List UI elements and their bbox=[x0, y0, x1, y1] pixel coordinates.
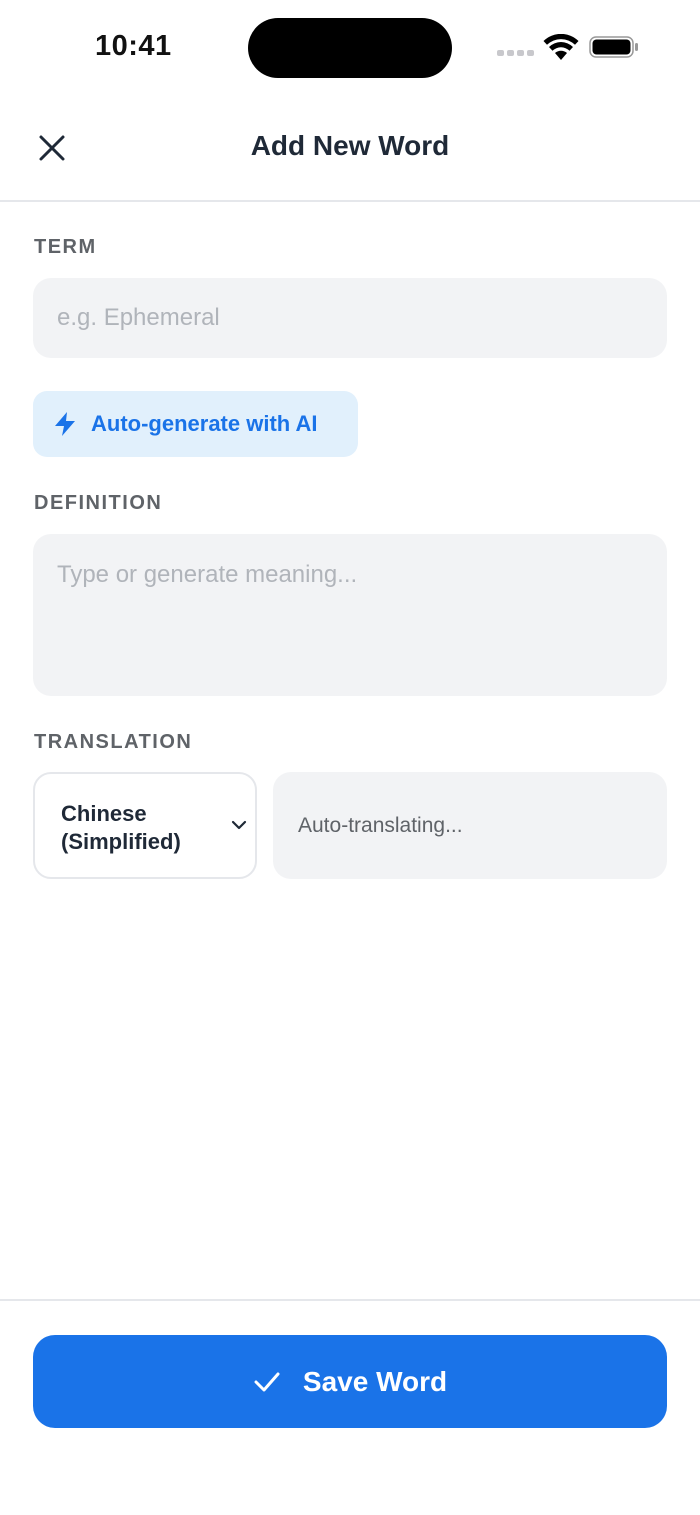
dynamic-island bbox=[248, 18, 452, 78]
wifi-icon bbox=[543, 34, 579, 60]
check-icon bbox=[254, 1372, 280, 1391]
battery-icon bbox=[589, 36, 638, 58]
status-time: 10:41 bbox=[95, 30, 172, 62]
chevron-down-icon bbox=[231, 820, 247, 830]
translation-output-field[interactable]: Auto-translating... bbox=[273, 772, 667, 879]
add-word-screen: 10:41 Add New Word TERM Auto-generate bbox=[0, 0, 700, 1515]
term-label: TERM bbox=[34, 236, 97, 258]
auto-generate-ai-button[interactable]: Auto-generate with AI bbox=[33, 391, 358, 457]
term-input[interactable] bbox=[33, 278, 667, 358]
definition-input[interactable] bbox=[33, 534, 667, 696]
selected-language: Chinese (Simplified) bbox=[61, 801, 181, 854]
translation-label: TRANSLATION bbox=[34, 731, 193, 753]
status-bar: 10:41 bbox=[0, 0, 700, 96]
save-word-label: Save Word bbox=[302, 1365, 448, 1397]
auto-generate-ai-label: Auto-generate with AI bbox=[91, 411, 318, 436]
translation-status: Auto-translating... bbox=[298, 813, 463, 837]
cellular-signal-icon bbox=[497, 50, 534, 56]
save-word-button[interactable]: Save Word bbox=[33, 1335, 667, 1428]
lightning-icon bbox=[55, 412, 75, 436]
definition-label: DEFINITION bbox=[34, 492, 163, 514]
language-select[interactable]: Chinese (Simplified) bbox=[33, 772, 257, 879]
footer: Save Word bbox=[0, 1299, 700, 1515]
page-title: Add New Word bbox=[250, 130, 450, 161]
header: Add New Word bbox=[0, 96, 700, 202]
